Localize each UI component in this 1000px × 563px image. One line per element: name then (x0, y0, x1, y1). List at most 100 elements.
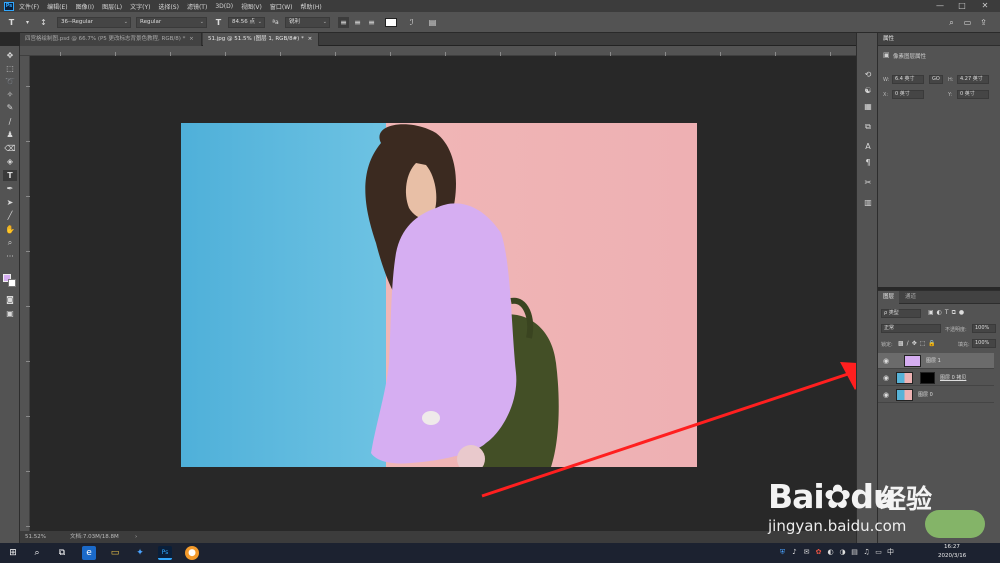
more-tools-icon[interactable]: ··· (3, 251, 17, 262)
task-view-icon[interactable]: ⧉ (55, 546, 69, 560)
character-panel-icon[interactable]: ▤ (427, 17, 438, 28)
app-tray-icon[interactable]: ✿ (814, 548, 823, 557)
search-icon[interactable]: ⌕ (946, 17, 957, 28)
color-icon[interactable]: ▦ (862, 101, 874, 113)
dropdown-chevron-icon[interactable]: ▾ (22, 17, 33, 28)
menu-help[interactable]: 帮助(H) (301, 2, 322, 11)
lock-icons[interactable]: ▩∕✥⬚🔒 (898, 340, 939, 347)
zoom-tool-icon[interactable]: ⌕ (3, 237, 17, 248)
width-field[interactable]: 6.4 英寸 (892, 75, 924, 84)
align-left-icon[interactable]: ≡ (338, 17, 349, 28)
search-icon[interactable]: ⌕ (30, 546, 44, 560)
history-icon[interactable]: ⟲ (862, 69, 874, 81)
layer-filter-select[interactable]: ρ 类型 (881, 309, 921, 318)
close-button[interactable]: ✕ (975, 0, 995, 12)
screen-mode-icon[interactable]: ▣ (3, 308, 17, 319)
ime-icon[interactable]: 中 (886, 548, 895, 557)
font-family-select[interactable]: 36--Regular ⌄ (57, 17, 131, 28)
font-size-select[interactable]: 84.56 点 ⌄ (228, 17, 265, 28)
menu-layer[interactable]: 图层(L) (102, 2, 122, 11)
path-selection-tool-icon[interactable]: ➤ (3, 197, 17, 208)
tray-icon[interactable]: ◑ (838, 548, 847, 557)
menu-file[interactable]: 文件(F) (19, 2, 39, 11)
status-arrow-icon[interactable]: › (135, 531, 137, 543)
eye-icon[interactable]: ◉ (883, 391, 891, 399)
minimize-button[interactable]: — (930, 0, 950, 12)
character-icon[interactable]: A (862, 141, 874, 153)
workspace-icon[interactable]: ▭ (962, 17, 973, 28)
tab-layers[interactable]: 图层 (878, 291, 900, 304)
clone-stamp-tool-icon[interactable]: ♟ (3, 129, 17, 140)
align-right-icon[interactable]: ≡ (366, 17, 377, 28)
browser-icon[interactable]: e (82, 546, 96, 560)
move-tool-icon[interactable]: ✥ (3, 50, 17, 61)
pen-tool-icon[interactable]: ✒ (3, 183, 17, 194)
warp-text-icon[interactable]: ℐ (406, 17, 417, 28)
magic-wand-tool-icon[interactable]: ✧ (3, 89, 17, 100)
share-icon[interactable]: ⇪ (978, 17, 989, 28)
photoshop-taskbar-icon[interactable]: Ps (158, 546, 172, 560)
link-dimensions-button[interactable]: GO (929, 75, 943, 84)
file-explorer-icon[interactable]: ▭ (108, 546, 122, 560)
tools-preset-icon[interactable]: ✂ (862, 177, 874, 189)
menu-3d[interactable]: 3D(D) (215, 3, 233, 10)
clock-date[interactable]: 2020/3/16 (938, 553, 966, 559)
anti-alias-select[interactable]: 锐利 ⌄ (285, 17, 330, 28)
tab-document-2[interactable]: 51.jpg @ 51.5% (图层 1, RGB/8#) * × (203, 33, 319, 46)
chat-icon[interactable]: ✉ (802, 548, 811, 557)
maximize-button[interactable]: □ (952, 0, 972, 12)
opacity-field[interactable]: 100% (972, 324, 996, 333)
font-style-select[interactable]: Regular ⌄ (136, 17, 207, 28)
eye-icon[interactable]: ◉ (883, 374, 891, 382)
close-icon[interactable]: × (189, 36, 194, 42)
network-icon[interactable]: ▤ (850, 548, 859, 557)
tab-channels[interactable]: 通道 (900, 291, 921, 304)
app-icon[interactable]: ✦ (133, 546, 147, 560)
height-field[interactable]: 4.27 英寸 (957, 75, 989, 84)
zoom-level[interactable]: 51.52% (25, 531, 46, 543)
eyedropper-tool-icon[interactable]: ✎ (3, 102, 17, 113)
close-icon[interactable]: × (308, 36, 313, 42)
menu-window[interactable]: 窗口(W) (270, 2, 293, 11)
toggle-text-orientation-icon[interactable]: ↕ (38, 17, 49, 28)
fill-field[interactable]: 100% (972, 339, 996, 348)
shield-icon[interactable]: ⛨ (778, 548, 787, 557)
clock-time[interactable]: 16:27 (944, 544, 960, 550)
info-icon[interactable]: ▥ (862, 197, 874, 209)
menu-select[interactable]: 选择(S) (158, 2, 179, 11)
paragraph-icon[interactable]: ¶ (862, 157, 874, 169)
type-tool-preset-icon[interactable]: T (6, 17, 17, 28)
y-field[interactable]: 0 英寸 (957, 90, 989, 99)
libraries-icon[interactable]: ⧉ (862, 121, 874, 133)
layer-filter-icons[interactable]: ▣◐T⧉● (928, 309, 967, 317)
quick-mask-icon[interactable]: ◙ (3, 294, 17, 305)
tray-icon[interactable]: ◐ (826, 548, 835, 557)
eraser-tool-icon[interactable]: ⌫ (3, 143, 17, 154)
eye-icon[interactable]: ◉ (883, 357, 891, 365)
type-tool-icon[interactable]: T (3, 170, 17, 181)
windows-start-icon[interactable]: ⊞ (6, 546, 20, 560)
x-field[interactable]: 0 英寸 (892, 90, 924, 99)
layer-row[interactable]: ◉ 图层 0 拷贝 (878, 370, 994, 386)
menu-type[interactable]: 文字(Y) (130, 2, 150, 11)
menu-filter[interactable]: 滤镜(T) (187, 2, 207, 11)
microphone-icon[interactable]: ♪ (790, 548, 799, 557)
text-color-swatch[interactable] (385, 18, 397, 27)
layer-row[interactable]: ◉ 图层 1 (878, 353, 994, 369)
adjustments-icon[interactable]: ☯ (862, 85, 874, 97)
line-tool-icon[interactable]: ╱ (3, 210, 17, 221)
blend-mode-select[interactable]: 正常 (881, 324, 941, 333)
volume-icon[interactable]: ♫ (862, 548, 871, 557)
lasso-tool-icon[interactable]: ➰ (3, 76, 17, 87)
hand-tool-icon[interactable]: ✋ (3, 224, 17, 235)
tab-document-1[interactable]: 四宫格绘制图.psd @ 66.7% (P5 更改标志背景色教程, RGB/8)… (20, 33, 202, 46)
marquee-tool-icon[interactable]: ⬚ (3, 63, 17, 74)
properties-title[interactable]: 属性 (878, 33, 1000, 46)
background-color-swatch[interactable] (8, 279, 16, 287)
menu-view[interactable]: 视图(V) (241, 2, 262, 11)
app-orange-icon[interactable]: ● (185, 546, 199, 560)
align-center-icon[interactable]: ≡ (352, 17, 363, 28)
menu-edit[interactable]: 编辑(E) (47, 2, 67, 11)
paint-bucket-tool-icon[interactable]: ◈ (3, 156, 17, 167)
brush-tool-icon[interactable]: ∕ (3, 116, 17, 127)
